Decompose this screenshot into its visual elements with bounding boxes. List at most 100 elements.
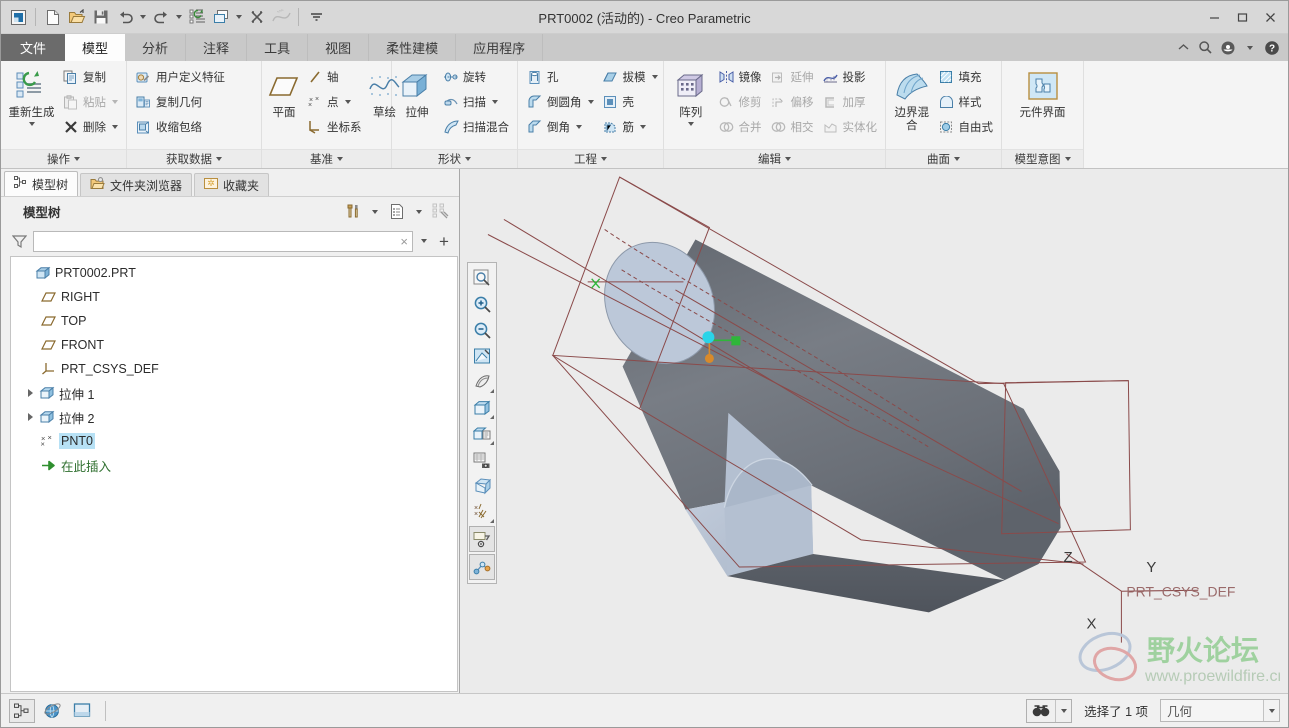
dropdown-corner-icon[interactable] xyxy=(490,411,494,419)
round-button[interactable]: 倒圆角 xyxy=(523,90,597,114)
tree-item-top-plane[interactable]: TOP xyxy=(11,309,457,333)
tab-annotate[interactable]: 注释 xyxy=(186,34,248,61)
find-icon[interactable] xyxy=(1027,700,1055,722)
find-tool[interactable] xyxy=(1026,698,1073,723)
intersect-button[interactable]: 相交 xyxy=(767,115,817,139)
tree-item-insert-here[interactable]: 在此插入 xyxy=(11,453,457,477)
regenerate-button[interactable]: 重新生成 xyxy=(6,65,57,126)
group-label-get-data[interactable]: 获取数据 xyxy=(127,149,261,168)
tree-item-front-plane[interactable]: FRONT xyxy=(11,333,457,357)
model-viewport[interactable]: Z Y X PRT_CSYS_DEF xyxy=(460,169,1288,693)
zoom-out-icon[interactable] xyxy=(468,317,496,343)
tab-file[interactable]: 文件 xyxy=(1,34,66,61)
account-icon[interactable] xyxy=(1218,38,1237,57)
panel-tab-favorites[interactable]: ✲ 收藏夹 xyxy=(194,173,270,196)
paste-button[interactable]: 粘贴 xyxy=(59,90,121,114)
filter-input-wrapper[interactable]: × xyxy=(33,230,413,252)
group-label-shapes[interactable]: 形状 xyxy=(392,149,517,168)
graphics-window[interactable]: × × Z Y X PRT_CSYS_DEF 野火论坛 www.proewild… xyxy=(460,169,1288,693)
panel-tab-folder-browser[interactable]: 文件夹浏览器 xyxy=(80,173,193,196)
tree-expander[interactable] xyxy=(23,389,37,397)
settings-tools-icon[interactable] xyxy=(343,202,363,222)
draft-button[interactable]: 拔模 xyxy=(599,65,661,89)
graphics-window-icon[interactable] xyxy=(69,699,95,723)
spin-center-icon[interactable] xyxy=(469,554,495,580)
add-filter-icon[interactable]: + xyxy=(435,233,453,250)
display-dropdown-icon[interactable] xyxy=(409,202,429,222)
tree-item-pnt0[interactable]: × × × PNT0 xyxy=(11,429,457,453)
dropdown-corner-icon[interactable] xyxy=(490,437,494,445)
pattern-dropdown-icon[interactable] xyxy=(687,122,694,126)
collapse-ribbon-icon[interactable] xyxy=(1174,38,1193,57)
search-icon[interactable] xyxy=(1196,38,1215,57)
copy-button[interactable]: 复制 xyxy=(59,65,121,89)
rib-button[interactable]: 筋 xyxy=(599,115,661,139)
sweep-dropdown-icon[interactable] xyxy=(492,100,498,104)
saved-views-icon[interactable] xyxy=(468,421,496,447)
hole-button[interactable]: 孔 xyxy=(523,65,597,89)
tree-item-extrude-2[interactable]: 拉伸 2 xyxy=(11,405,457,429)
group-label-model-intent[interactable]: 模型意图 xyxy=(1002,149,1083,168)
tab-model[interactable]: 模型 xyxy=(65,34,126,61)
reorient-icon[interactable] xyxy=(468,369,496,395)
shell-button[interactable]: 壳 xyxy=(599,90,661,114)
swept-blend-button[interactable]: 扫描混合 xyxy=(439,115,512,139)
tab-applications[interactable]: 应用程序 xyxy=(456,34,544,61)
merge-button[interactable]: 合并 xyxy=(715,115,765,139)
freestyle-button[interactable]: 自由式 xyxy=(935,115,997,139)
globe-browser-icon[interactable] xyxy=(39,699,65,723)
mirror-button[interactable]: 镜像 xyxy=(715,65,765,89)
filter-input[interactable] xyxy=(38,231,401,251)
redo-icon[interactable] xyxy=(150,6,172,28)
tab-view[interactable]: 视图 xyxy=(308,34,370,61)
zoom-fit-icon[interactable] xyxy=(468,265,496,291)
redo-dropdown-icon[interactable] xyxy=(174,6,184,28)
customize-qat-icon[interactable] xyxy=(305,6,327,28)
dropdown-corner-icon[interactable] xyxy=(490,385,494,393)
selection-filter-select[interactable]: 几何 xyxy=(1160,699,1280,722)
app-logo-icon[interactable] xyxy=(7,6,29,28)
save-icon[interactable] xyxy=(90,6,112,28)
revolve-button[interactable]: 旋转 xyxy=(439,65,512,89)
perspective-view-icon[interactable] xyxy=(468,473,496,499)
settings-dropdown-icon[interactable] xyxy=(365,202,385,222)
tab-analysis[interactable]: 分析 xyxy=(125,34,187,61)
close-window-icon[interactable] xyxy=(246,6,268,28)
point-handle-y[interactable] xyxy=(704,353,714,363)
point-handle-center[interactable] xyxy=(702,331,715,344)
tree-item-right-plane[interactable]: RIGHT xyxy=(11,285,457,309)
round-dropdown-icon[interactable] xyxy=(587,100,594,104)
group-label-operations[interactable]: 操作 xyxy=(1,149,126,168)
close-button[interactable] xyxy=(1256,4,1284,30)
open-icon[interactable] xyxy=(66,6,88,28)
model-tree[interactable]: PRT0002.PRT RIGHT TOP FRONT PRT_CSYS_DEF… xyxy=(10,256,458,692)
zoom-in-icon[interactable] xyxy=(468,291,496,317)
new-icon[interactable] xyxy=(42,6,64,28)
rib-dropdown-icon[interactable] xyxy=(640,125,646,129)
boundary-blend-button[interactable]: 边界混合 xyxy=(891,65,933,133)
panel-tab-model-tree[interactable]: 模型树 xyxy=(4,171,79,196)
chamfer-button[interactable]: 倒角 xyxy=(523,115,597,139)
clear-filter-icon[interactable]: × xyxy=(400,234,408,249)
chamfer-dropdown-icon[interactable] xyxy=(576,125,582,129)
group-label-engineering[interactable]: 工程 xyxy=(518,149,663,168)
copy-geometry-button[interactable]: 复制几何 xyxy=(132,90,228,114)
point-handle-x[interactable] xyxy=(731,336,741,346)
offset-button[interactable]: 偏移 xyxy=(767,90,817,114)
dropdown-corner-icon[interactable] xyxy=(490,515,494,523)
datum-plane-button[interactable]: 平面 xyxy=(267,65,301,120)
udf-button[interactable]: 用户定义特征 xyxy=(132,65,228,89)
find-dropdown-icon[interactable] xyxy=(1055,699,1071,722)
paste-dropdown-icon[interactable] xyxy=(112,100,118,104)
regenerate-icon[interactable] xyxy=(186,6,208,28)
account-dropdown-icon[interactable] xyxy=(1240,38,1259,57)
display-style-icon[interactable] xyxy=(468,395,496,421)
filter-dropdown-icon[interactable] xyxy=(417,239,431,243)
window-dropdown-icon[interactable] xyxy=(234,6,244,28)
group-label-editing[interactable]: 编辑 xyxy=(664,149,885,168)
regenerate-dropdown-icon[interactable] xyxy=(28,122,35,126)
selection-filter-dropdown-icon[interactable] xyxy=(1263,700,1279,721)
minimize-button[interactable] xyxy=(1200,4,1228,30)
thicken-button[interactable]: 加厚 xyxy=(819,90,881,114)
undo-dropdown-icon[interactable] xyxy=(138,6,148,28)
